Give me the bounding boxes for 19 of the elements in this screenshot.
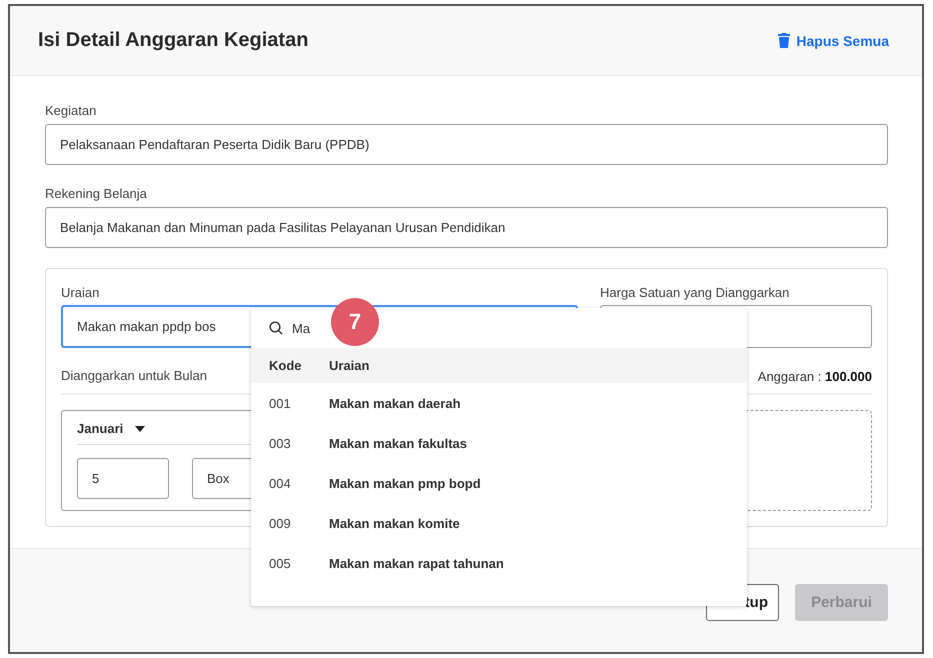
field-label: Uraian xyxy=(61,284,100,302)
code-text: 005 xyxy=(269,556,292,570)
dialog-title: Isi Detail Anggaran Kegiatan xyxy=(38,29,308,52)
column-header: Uraian xyxy=(329,358,370,373)
description-text: Makan makan rapat tahunan xyxy=(329,556,504,570)
section-label: Dianggarkan untuk Bulan xyxy=(61,367,207,385)
description-text: Makan makan daerah xyxy=(329,396,461,410)
code-text: 004 xyxy=(269,476,292,490)
code-text: 003 xyxy=(269,436,292,450)
description-text: Makan makan pmp bopd xyxy=(329,476,481,490)
budget-total: Anggaran : 100.000 xyxy=(758,368,872,384)
field-label: Rekening Belanja xyxy=(45,185,148,203)
description-text: Makan makan komite xyxy=(329,516,460,530)
field-label: Harga Satuan yang Dianggarkan xyxy=(600,284,790,302)
description-text: Makan makan fakultas xyxy=(329,436,468,450)
code-text: 009 xyxy=(269,516,292,530)
field-label: Kegiatan xyxy=(45,102,98,120)
code-text: 001 xyxy=(269,396,292,410)
column-header: Kode xyxy=(269,358,302,373)
